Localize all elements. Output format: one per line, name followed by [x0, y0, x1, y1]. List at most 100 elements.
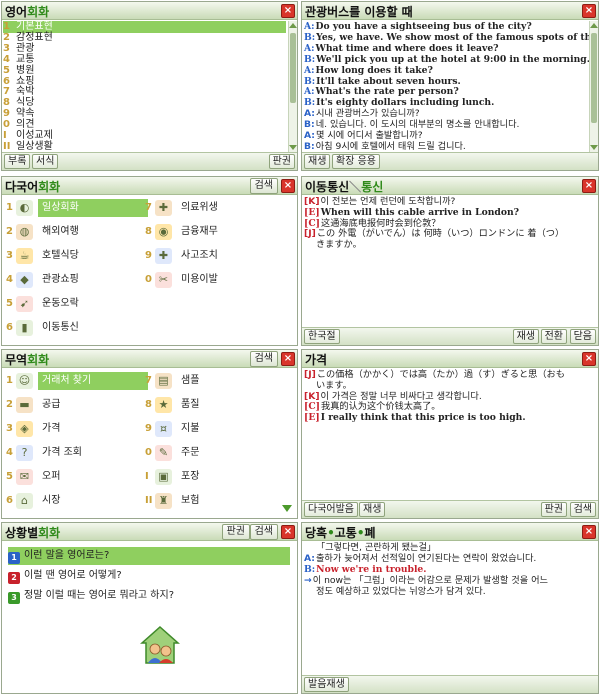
scroll-down-icon[interactable] [282, 505, 292, 512]
close-icon[interactable]: × [281, 4, 295, 18]
item-label: 지불 [181, 423, 200, 434]
dialog-panel-trouble: 당혹•고통•폐 × 「그렇다면, 곤란하게 됐는걸」 A:출하가 늦어져서 선적일… [301, 522, 599, 694]
tag-icon: ◈ [16, 421, 33, 437]
dialog-line: [K]이 가격은 정말 너무 비싸다고 생각합니다. [304, 391, 482, 402]
bottom-toolbar: 부록 서식 판권 [2, 152, 297, 170]
close-icon[interactable]: × [582, 4, 596, 18]
phrase-book-item[interactable]: 1 이런 말을 영어로는? [8, 547, 290, 565]
search-button[interactable]: 검색 [249, 351, 278, 367]
panel-title: 관광버스를 이용할 때 [305, 5, 413, 19]
scroll-thumb[interactable] [591, 33, 597, 123]
speaker-label: [J] [304, 369, 316, 380]
scroll-down-icon[interactable] [590, 145, 598, 150]
line-text: います。 [316, 379, 352, 391]
appendix-button[interactable]: 부록 [4, 154, 31, 169]
phrase-book-item[interactable]: 3 정말 이럴 때는 영어로 뭐라고 하지? [8, 587, 174, 605]
search-button[interactable]: 검색 [569, 502, 596, 517]
scroll-up-icon[interactable] [289, 23, 297, 28]
line-text: Now we're in trouble. [316, 564, 427, 575]
line-text: 이 now는 「그럼」이라는 어감으로 문제가 발생할 것을 어느 [312, 575, 548, 586]
close-icon[interactable]: × [582, 525, 596, 539]
line-text: We'll pick you up at the hotel at 9:00 i… [316, 53, 590, 65]
korean-button[interactable]: 한국절 [304, 329, 340, 344]
titlebar: 무역회화 검색 × [2, 350, 297, 368]
item-number: 2 [6, 226, 13, 237]
close-button[interactable]: 닫음 [569, 329, 596, 344]
menu-item[interactable]: 8 ★ 품질 [145, 396, 295, 414]
line-text: 이 가격은 정말 너무 비싸다고 생각합니다. [320, 390, 482, 402]
menu-item[interactable]: 4? 가격 조회 [6, 444, 156, 462]
item-label: 병원 [16, 64, 35, 76]
menu-item[interactable]: 1 ◐ 일상회화 [6, 199, 156, 217]
speaker-label: B: [304, 75, 316, 87]
menu-item[interactable]: I ▣ 포장 [145, 468, 295, 486]
phone-icon: ▮ [16, 320, 33, 336]
format-button[interactable]: 서식 [32, 154, 59, 169]
speaker-label: B: [304, 31, 316, 43]
close-icon[interactable]: × [281, 179, 295, 193]
item-label: 이럴 땐 영어로 어떻게? [24, 570, 122, 581]
menu-item[interactable]: 0 ✎ 주문 [145, 444, 295, 462]
item-number: 2 [6, 399, 13, 410]
menu-item[interactable]: 6 ▮ 이동통신 [6, 319, 156, 337]
menu-item[interactable]: 2 ▬ 공급 [6, 396, 156, 414]
play-button[interactable]: 재생 [304, 154, 331, 169]
trade-conversation-panel: 무역회화 검색 × 1 ☺ 거래처 찾기 2 ▬ 공급 3 ◈ 가격 4? 가격 조회 5 ✉ 오퍼 6 ⌂ 시… [1, 349, 298, 519]
line-text: この価格（かかく）では高（たか）過（す）ぎると思（おも [316, 369, 565, 380]
menu-item[interactable]: 7 ✚ 의료위생 [145, 199, 295, 217]
menu-item[interactable]: 6 ⌂ 시장 [6, 492, 156, 510]
dialog-line: B:네. 있습니다. 이 도시의 대부분의 명소를 안내합니다. [304, 119, 519, 130]
menu-item[interactable]: 8 ◉ 금융재무 [145, 223, 295, 241]
item-label: 해외여행 [42, 226, 79, 237]
speaker-label: B: [304, 97, 316, 109]
line-text: What's the rate per person? [315, 86, 459, 98]
panel-title: 당혹•고통•폐 [305, 526, 376, 540]
menu-item[interactable]: 3 ☕ 호텔식당 [6, 247, 156, 265]
expand-apply-button[interactable]: 확장 응용 [332, 154, 380, 169]
play-button[interactable]: 재생 [512, 329, 539, 344]
item-label: 의료위생 [181, 202, 218, 213]
menu-item[interactable]: II ♜ 보험 [145, 492, 295, 510]
item-number: 7 [145, 202, 152, 213]
menu-item[interactable]: 9 ✚ 사고조치 [145, 247, 295, 265]
scroll-thumb[interactable] [290, 33, 296, 103]
menu-item[interactable]: 4 ◆ 관광쇼핑 [6, 271, 156, 289]
copyright-button[interactable]: 판권 [221, 524, 250, 540]
dialog-line: →이 now는 「그럼」이라는 어감으로 문제가 발생할 것을 어느 [304, 575, 548, 586]
menu-item[interactable]: 2 ◍ 해외여행 [6, 223, 156, 241]
menu-item[interactable]: 1 ☺ 거래처 찾기 [6, 372, 156, 390]
close-icon[interactable]: × [582, 352, 596, 366]
scroll-up-icon[interactable] [590, 23, 598, 28]
dialog-line: [J]この 外電（がいでん）は 何時（いつ）ロンドンに 着（つ） [304, 228, 564, 239]
dialog-line: います。 [316, 380, 352, 391]
menu-item[interactable]: 3 ◈ 가격 [6, 420, 156, 438]
multilingual-pronunciation-button[interactable]: 다국어발음 [304, 502, 358, 517]
menu-item[interactable]: 5 ✉ 오퍼 [6, 468, 156, 486]
search-button[interactable]: 검색 [249, 178, 278, 194]
line-text: Do you have a sightseeing bus of the cit… [315, 21, 532, 32]
copyright-button[interactable]: 판권 [540, 502, 567, 517]
menu-item[interactable]: 0 ✂ 미용이발 [145, 271, 295, 289]
search-button[interactable]: 검색 [249, 524, 278, 540]
copyright-button[interactable]: 판권 [268, 154, 295, 169]
phrase-book-item[interactable]: 2 이럴 땐 영어로 어떻게? [8, 567, 122, 585]
scrollbar[interactable] [589, 21, 598, 152]
item-label: 공급 [42, 399, 61, 410]
close-icon[interactable]: × [281, 525, 295, 539]
item-label: 가격 [42, 423, 61, 434]
play-button[interactable]: 재생 [359, 502, 386, 517]
menu-item[interactable]: 9 ¤ 지불 [145, 420, 295, 438]
switch-button[interactable]: 전환 [540, 329, 567, 344]
menu-item[interactable]: 5 ➹ 운동오락 [6, 295, 156, 313]
scroll-down-icon[interactable] [289, 145, 297, 150]
close-icon[interactable]: × [281, 352, 295, 366]
close-icon[interactable]: × [582, 179, 596, 193]
speaker-label: A: [304, 86, 315, 98]
item-label: 운동오락 [42, 298, 79, 309]
bottom-toolbar: 재생 확장 응용 [302, 152, 598, 170]
dialog-line: B:아침 9시에 호텔에서 태워 드릴 겁니다. [304, 141, 466, 152]
menu-item[interactable]: 7 ▤ 샘플 [145, 372, 295, 390]
play-pronunciation-button[interactable]: 발음재생 [304, 677, 349, 692]
dialog-line: B:We'll pick you up at the hotel at 9:00… [304, 54, 590, 65]
scrollbar[interactable] [288, 21, 297, 152]
